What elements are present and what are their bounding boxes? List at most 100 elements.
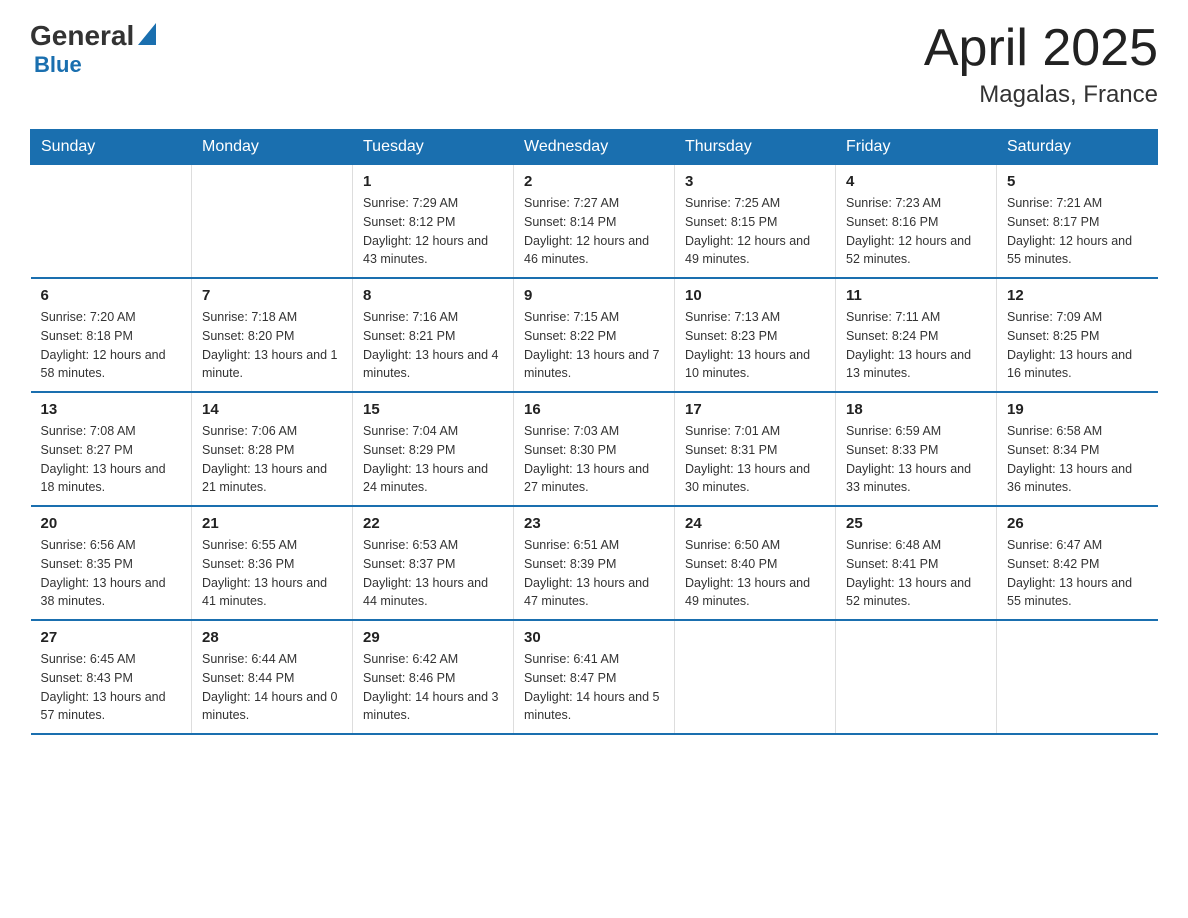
weekday-header-sunday: Sunday [31,130,192,165]
calendar-cell: 4 Sunrise: 7:23 AMSunset: 8:16 PMDaylight… [836,165,997,279]
weekday-header-row: SundayMondayTuesdayWednesdayThursdayFrid… [31,130,1158,165]
calendar-cell: 13 Sunrise: 7:08 AMSunset: 8:27 PMDayligh… [31,392,192,506]
day-info: Sunrise: 7:25 AMSunset: 8:15 PMDaylight:… [685,194,825,269]
day-info: Sunrise: 7:20 AMSunset: 8:18 PMDaylight:… [41,308,182,383]
weekday-header-saturday: Saturday [997,130,1158,165]
calendar-cell: 24 Sunrise: 6:50 AMSunset: 8:40 PMDayligh… [675,506,836,620]
day-number: 29 [363,629,503,646]
day-number: 28 [202,629,342,646]
day-number: 23 [524,515,664,532]
day-number: 4 [846,173,986,190]
calendar-week-row: 6 Sunrise: 7:20 AMSunset: 8:18 PMDaylight… [31,278,1158,392]
weekday-header-monday: Monday [192,130,353,165]
calendar-cell: 3 Sunrise: 7:25 AMSunset: 8:15 PMDaylight… [675,165,836,279]
calendar-week-row: 20Sunrise: 6:56 AMSunset: 8:35 PMDayligh… [31,506,1158,620]
calendar-cell: 6 Sunrise: 7:20 AMSunset: 8:18 PMDaylight… [31,278,192,392]
calendar-cell: 5 Sunrise: 7:21 AMSunset: 8:17 PMDaylight… [997,165,1158,279]
calendar-cell: 30 Sunrise: 6:41 AMSunset: 8:47 PMDayligh… [514,620,675,734]
day-info: Sunrise: 7:08 AMSunset: 8:27 PMDaylight:… [41,422,182,497]
calendar-cell: 10Sunrise: 7:13 AMSunset: 8:23 PMDayligh… [675,278,836,392]
logo-triangle-icon [138,23,156,45]
day-number: 16 [524,401,664,418]
day-info: Sunrise: 7:09 AMSunset: 8:25 PMDaylight:… [1007,308,1148,383]
weekday-header-thursday: Thursday [675,130,836,165]
day-number: 9 [524,287,664,304]
day-number: 17 [685,401,825,418]
calendar-cell: 17 Sunrise: 7:01 AMSunset: 8:31 PMDayligh… [675,392,836,506]
calendar-cell: 25Sunrise: 6:48 AMSunset: 8:41 PMDayligh… [836,506,997,620]
day-number: 13 [41,401,182,418]
location-title: Magalas, France [924,81,1158,109]
day-info: Sunrise: 7:23 AMSunset: 8:16 PMDaylight:… [846,194,986,269]
day-number: 22 [363,515,503,532]
day-info: Sunrise: 7:16 AMSunset: 8:21 PMDaylight:… [363,308,503,383]
calendar-cell [836,620,997,734]
day-info: Sunrise: 7:27 AMSunset: 8:14 PMDaylight:… [524,194,664,269]
day-number: 27 [41,629,182,646]
calendar-cell: 1Sunrise: 7:29 AMSunset: 8:12 PMDaylight… [353,165,514,279]
calendar-cell: 7 Sunrise: 7:18 AMSunset: 8:20 PMDaylight… [192,278,353,392]
calendar-cell: 19Sunrise: 6:58 AMSunset: 8:34 PMDayligh… [997,392,1158,506]
calendar-cell: 11 Sunrise: 7:11 AMSunset: 8:24 PMDayligh… [836,278,997,392]
day-number: 6 [41,287,182,304]
day-info: Sunrise: 7:21 AMSunset: 8:17 PMDaylight:… [1007,194,1148,269]
calendar-cell: 23 Sunrise: 6:51 AMSunset: 8:39 PMDayligh… [514,506,675,620]
calendar-cell [31,165,192,279]
day-info: Sunrise: 6:47 AMSunset: 8:42 PMDaylight:… [1007,536,1148,611]
calendar-cell: 29 Sunrise: 6:42 AMSunset: 8:46 PMDayligh… [353,620,514,734]
day-number: 15 [363,401,503,418]
day-number: 1 [363,173,503,190]
calendar-week-row: 13 Sunrise: 7:08 AMSunset: 8:27 PMDayligh… [31,392,1158,506]
weekday-header-tuesday: Tuesday [353,130,514,165]
calendar-cell: 28 Sunrise: 6:44 AMSunset: 8:44 PMDayligh… [192,620,353,734]
calendar-cell: 22 Sunrise: 6:53 AMSunset: 8:37 PMDayligh… [353,506,514,620]
day-number: 8 [363,287,503,304]
day-number: 5 [1007,173,1148,190]
calendar-cell: 12Sunrise: 7:09 AMSunset: 8:25 PMDayligh… [997,278,1158,392]
calendar-cell: 15 Sunrise: 7:04 AMSunset: 8:29 PMDayligh… [353,392,514,506]
day-number: 11 [846,287,986,304]
calendar-cell: 18Sunrise: 6:59 AMSunset: 8:33 PMDayligh… [836,392,997,506]
day-info: Sunrise: 7:06 AMSunset: 8:28 PMDaylight:… [202,422,342,497]
logo-blue-text: Blue [34,52,82,78]
day-info: Sunrise: 7:15 AMSunset: 8:22 PMDaylight:… [524,308,664,383]
day-number: 7 [202,287,342,304]
day-info: Sunrise: 6:44 AMSunset: 8:44 PMDaylight:… [202,650,342,725]
day-info: Sunrise: 6:51 AMSunset: 8:39 PMDaylight:… [524,536,664,611]
day-number: 19 [1007,401,1148,418]
day-info: Sunrise: 7:03 AMSunset: 8:30 PMDaylight:… [524,422,664,497]
day-info: Sunrise: 6:53 AMSunset: 8:37 PMDaylight:… [363,536,503,611]
day-info: Sunrise: 6:41 AMSunset: 8:47 PMDaylight:… [524,650,664,725]
calendar-cell [192,165,353,279]
calendar-cell: 27 Sunrise: 6:45 AMSunset: 8:43 PMDayligh… [31,620,192,734]
weekday-header-friday: Friday [836,130,997,165]
weekday-header-wednesday: Wednesday [514,130,675,165]
day-number: 30 [524,629,664,646]
day-number: 21 [202,515,342,532]
day-number: 25 [846,515,986,532]
calendar-cell: 21Sunrise: 6:55 AMSunset: 8:36 PMDayligh… [192,506,353,620]
day-number: 24 [685,515,825,532]
day-number: 20 [41,515,182,532]
calendar-cell: 2Sunrise: 7:27 AMSunset: 8:14 PMDaylight… [514,165,675,279]
day-info: Sunrise: 7:11 AMSunset: 8:24 PMDaylight:… [846,308,986,383]
calendar-cell: 14 Sunrise: 7:06 AMSunset: 8:28 PMDayligh… [192,392,353,506]
day-info: Sunrise: 7:13 AMSunset: 8:23 PMDaylight:… [685,308,825,383]
calendar-cell [997,620,1158,734]
day-info: Sunrise: 6:50 AMSunset: 8:40 PMDaylight:… [685,536,825,611]
day-info: Sunrise: 7:01 AMSunset: 8:31 PMDaylight:… [685,422,825,497]
day-info: Sunrise: 7:18 AMSunset: 8:20 PMDaylight:… [202,308,342,383]
calendar-week-row: 1Sunrise: 7:29 AMSunset: 8:12 PMDaylight… [31,165,1158,279]
day-info: Sunrise: 6:45 AMSunset: 8:43 PMDaylight:… [41,650,182,725]
logo-general-text: General [30,20,134,52]
page-header: General Blue April 2025 Magalas, France [30,20,1158,109]
calendar-table: SundayMondayTuesdayWednesdayThursdayFrid… [30,129,1158,735]
title-block: April 2025 Magalas, France [924,20,1158,109]
day-number: 3 [685,173,825,190]
calendar-cell: 26 Sunrise: 6:47 AMSunset: 8:42 PMDayligh… [997,506,1158,620]
day-info: Sunrise: 6:42 AMSunset: 8:46 PMDaylight:… [363,650,503,725]
day-number: 26 [1007,515,1148,532]
calendar-cell: 9 Sunrise: 7:15 AMSunset: 8:22 PMDaylight… [514,278,675,392]
day-info: Sunrise: 7:04 AMSunset: 8:29 PMDaylight:… [363,422,503,497]
day-number: 14 [202,401,342,418]
